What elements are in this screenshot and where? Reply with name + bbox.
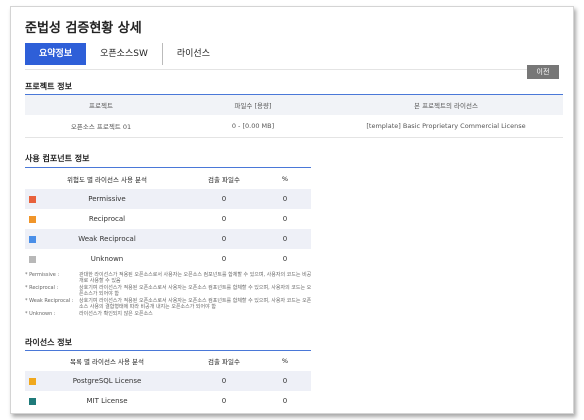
license-analysis-header: 목록 별 라이선스 사용 분석: [69, 358, 145, 366]
percent-value: 0: [259, 371, 311, 391]
risk-label: Unknown: [90, 255, 124, 263]
license-label: PostgreSQL License: [72, 377, 142, 385]
detected-count: 0: [221, 255, 227, 263]
weak-reciprocal-color-swatch: [29, 236, 36, 243]
component-table-header: 위험도 별 라이선스 사용 분석 검출 파일수 %: [25, 169, 311, 189]
table-row: Permissive 0 0: [25, 189, 311, 209]
license-table-header: 목록 별 라이선스 사용 분석 검출 파일수 %: [25, 351, 311, 371]
legend-item: * Weak Reciprocal : 상호기여 라이선스가 적용된 오픈소스로…: [25, 298, 315, 310]
legend-item: * Reciprocal : 상호기여 라이선스가 적용된 오픈소스로서 사용자…: [25, 285, 315, 297]
project-section-title: 프로젝트 정보: [25, 82, 72, 91]
legend-term: * Unknown :: [25, 311, 56, 317]
legend-description: 관대한 라이선스가 적용된 오픈소스로서 사용자는 오픈소스 컴포넌트를 합체할…: [79, 272, 312, 284]
reciprocal-color-swatch: [29, 216, 36, 223]
license-legend: * Permissive : 관대한 라이선스가 적용된 오픈소스로서 사용자는…: [25, 272, 315, 318]
percent-header: %: [281, 175, 289, 183]
legend-description: 상호기여 라이선스가 적용된 오픈소스로서 사용자는 오픈소스 컴포넌트를 합체…: [79, 285, 312, 297]
legend-item: * Permissive : 관대한 라이선스가 적용된 오픈소스로서 사용자는…: [25, 272, 315, 284]
risk-label: Permissive: [88, 195, 126, 203]
license-section-title: 라이선스 정보: [25, 338, 72, 347]
project-license: [template] Basic Proprietary Commercial …: [329, 115, 563, 138]
tab-summary[interactable]: 요약정보: [25, 43, 87, 65]
component-section-line: [25, 167, 311, 168]
legend-term: * Weak Reciprocal :: [25, 298, 74, 304]
risk-label-cell: Reciprocal: [25, 209, 189, 229]
table-row: PostgreSQL License 0 0: [25, 371, 311, 391]
table-row: MIT License 0 0: [25, 391, 311, 411]
percent-value: 0: [282, 215, 288, 223]
detected-count: 0: [221, 397, 227, 405]
license-header: 본 프로젝트의 라이선스: [329, 95, 563, 115]
tab-opensource-sw[interactable]: 오픈소스SW: [86, 43, 162, 65]
report-window: 준법성 검증현황 상세 요약정보 오픈소스SW 라이선스 이전 프로젝트 정보 …: [10, 6, 574, 414]
tab-license[interactable]: 라이선스: [163, 43, 224, 65]
risk-label-cell: Weak Reciprocal: [25, 229, 189, 249]
risk-label-cell: Unknown: [25, 249, 189, 269]
risk-label-cell: Permissive: [25, 189, 189, 209]
mit-color-swatch: [29, 398, 36, 405]
legend-item: * Unknown : 라이선스가 확인되지 않은 오픈소스: [25, 311, 315, 317]
percent-value: 0: [259, 229, 311, 249]
legend-description: 라이선스가 확인되지 않은 오픈소스: [79, 311, 153, 317]
percent-value: 0: [282, 397, 288, 405]
license-label-cell: MIT License: [25, 391, 189, 411]
risk-analysis-header: 위험도 별 라이선스 사용 분석: [66, 176, 148, 184]
tabs-divider: [25, 69, 559, 70]
table-row: 오픈소스 프로젝트 01 0 - [0.00 MB] [template] Ba…: [25, 115, 563, 138]
detected-files-header: 검출 파일수: [208, 176, 240, 184]
prev-button[interactable]: 이전: [527, 65, 559, 79]
table-row: Reciprocal 0 0: [25, 209, 311, 229]
license-table: 목록 별 라이선스 사용 분석 검출 파일수 % PostgreSQL Lice…: [25, 351, 311, 411]
project-header: 프로젝트: [25, 95, 177, 115]
detected-count: 0: [189, 229, 259, 249]
component-section-title: 사용 컴포넌트 정보: [25, 154, 90, 163]
table-row: Unknown 0 0: [25, 249, 311, 269]
page-title: 준법성 검증현황 상세: [25, 21, 142, 36]
detected-count: 0: [189, 371, 259, 391]
project-table-header: 프로젝트 파일수 [용량] 본 프로젝트의 라이선스: [25, 95, 563, 115]
project-table: 프로젝트 파일수 [용량] 본 프로젝트의 라이선스 오픈소스 프로젝트 01 …: [25, 95, 563, 138]
detected-files-header: 검출 파일수: [208, 358, 240, 366]
percent-header: %: [281, 357, 289, 365]
permissive-color-swatch: [29, 196, 36, 203]
file-count: 0 - [0.00 MB]: [177, 115, 329, 138]
file-count-header: 파일수 [용량]: [177, 95, 329, 115]
percent-value: 0: [259, 189, 311, 209]
tab-bar: 요약정보 오픈소스SW 라이선스: [25, 43, 224, 65]
risk-label: Reciprocal: [88, 215, 126, 223]
component-table: 위험도 별 라이선스 사용 분석 검출 파일수 % Permissive 0 0…: [25, 169, 311, 269]
legend-description: 상호기여 라이선스가 적용된 오픈소스로서 사용자는 오픈소스 컴포넌트를 합체…: [79, 298, 312, 310]
legend-term: * Permissive :: [25, 272, 60, 278]
percent-value: 0: [282, 255, 288, 263]
detected-count: 0: [189, 189, 259, 209]
project-name: 오픈소스 프로젝트 01: [25, 115, 177, 138]
legend-term: * Reciprocal :: [25, 285, 59, 291]
postgresql-color-swatch: [29, 378, 36, 385]
detected-count: 0: [221, 215, 227, 223]
risk-label: Weak Reciprocal: [78, 235, 136, 243]
license-label: MIT License: [86, 397, 128, 405]
unknown-color-swatch: [29, 256, 36, 263]
table-row: Weak Reciprocal 0 0: [25, 229, 311, 249]
license-label-cell: PostgreSQL License: [25, 371, 189, 391]
